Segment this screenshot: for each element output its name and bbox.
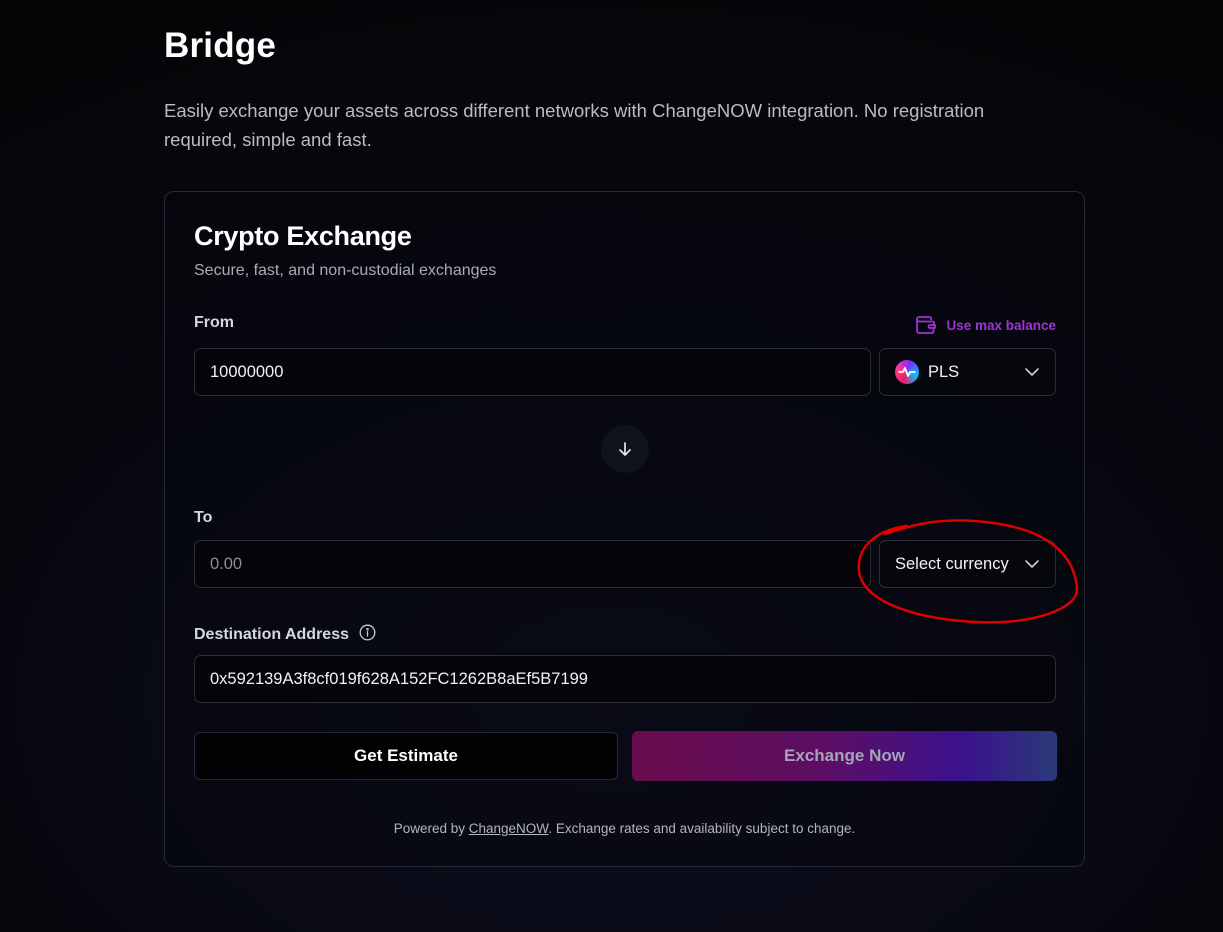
- to-amount-input[interactable]: 0.00: [194, 540, 871, 588]
- from-label: From: [194, 314, 234, 331]
- chevron-down-icon: [1025, 368, 1039, 376]
- footer-suffix: . Exchange rates and availability subjec…: [548, 821, 856, 836]
- exchange-card: Crypto Exchange Secure, fast, and non-cu…: [164, 191, 1085, 867]
- arrow-down-icon: [617, 441, 633, 457]
- from-currency-select[interactable]: PLS: [879, 348, 1056, 396]
- info-icon[interactable]: [359, 624, 376, 641]
- swap-direction-button[interactable]: [601, 425, 649, 473]
- to-label: To: [194, 509, 213, 526]
- powered-by-footer: Powered by ChangeNOW. Exchange rates and…: [165, 821, 1084, 836]
- use-max-balance-label: Use max balance: [946, 317, 1056, 333]
- page-title: Bridge: [164, 26, 277, 65]
- destination-address-label: Destination Address: [194, 624, 376, 644]
- from-amount-input[interactable]: 10000000: [194, 348, 871, 396]
- to-currency-placeholder: Select currency: [895, 554, 1009, 573]
- page-description: Easily exchange your assets across diffe…: [164, 100, 985, 150]
- destination-address-input[interactable]: 0x592139A3f8cf019f628A152FC1262B8aEf5B71…: [194, 655, 1056, 703]
- exchange-now-button[interactable]: Exchange Now: [632, 731, 1057, 781]
- from-currency-label: PLS: [928, 362, 960, 381]
- card-subtitle: Secure, fast, and non-custodial exchange…: [194, 262, 497, 279]
- card-title: Crypto Exchange: [194, 221, 412, 251]
- footer-prefix: Powered by: [393, 821, 469, 836]
- wallet-icon: [916, 316, 937, 334]
- pulsechain-logo-icon: [895, 360, 919, 384]
- chevron-down-icon: [1025, 560, 1039, 568]
- destination-label-text: Destination Address: [194, 626, 349, 643]
- use-max-balance-button[interactable]: Use max balance: [916, 316, 1056, 334]
- changenow-link[interactable]: ChangeNOW: [469, 821, 549, 836]
- get-estimate-button[interactable]: Get Estimate: [194, 732, 618, 780]
- to-currency-select[interactable]: Select currency: [879, 540, 1056, 588]
